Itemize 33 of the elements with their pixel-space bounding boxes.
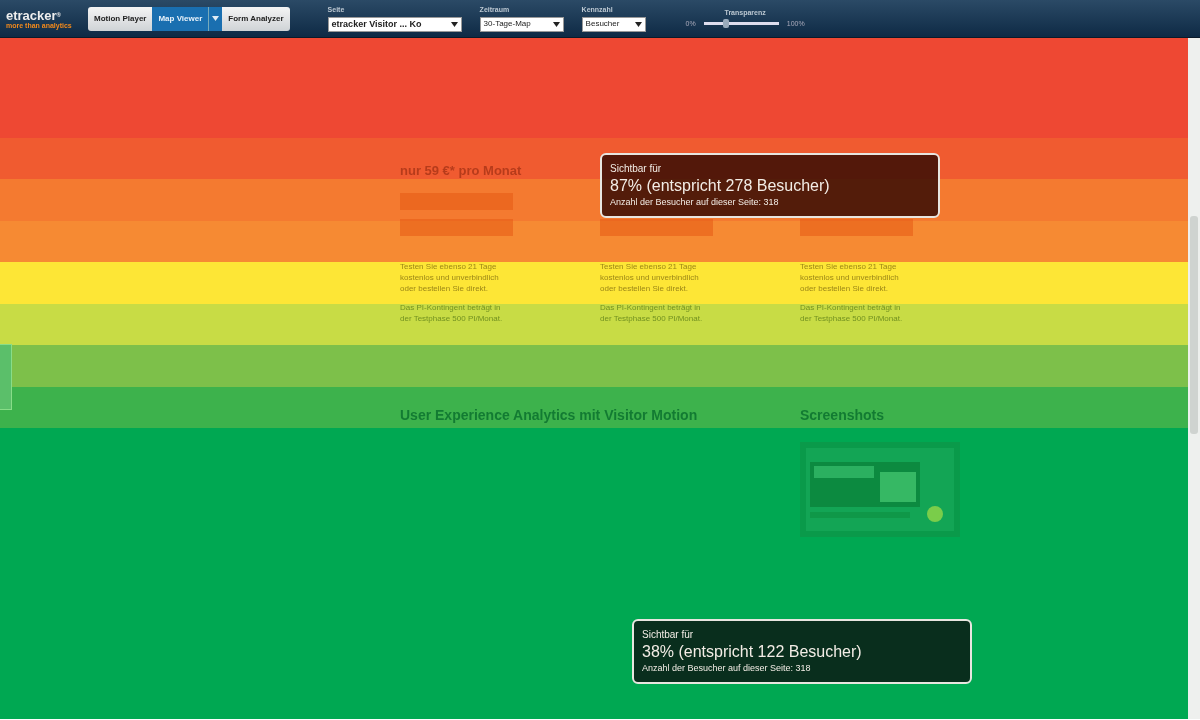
logo[interactable]: etracker$^{®}$ — [6, 8, 72, 22]
caret-icon — [450, 21, 458, 27]
order-button[interactable] — [600, 219, 713, 236]
trial-text: Testen Sie ebenso 21 Tage kostenlos und unverbindlich oder bestellen Sie direkt. — [600, 261, 700, 294]
select-field[interactable]: etracker Visitor ... Ko — [327, 16, 462, 32]
trial-text: Testen Sie ebenso 21 Tage kostenlos und unverbindlich oder bestellen Sie direkt. — [800, 261, 900, 294]
quota-text: Das PI-Kontingent beträgt in der Testphase 500 PI/Monat. — [800, 302, 904, 324]
tooltip-value: 87% (entspricht 278 Besucher) — [610, 176, 831, 196]
select-field[interactable]: 30-Tage-Map — [479, 16, 564, 32]
tooltip-note: Anzahl der Besucher auf dieser Seite: 318 — [642, 662, 812, 675]
order-button[interactable] — [800, 219, 913, 236]
tooltip-note: Anzahl der Besucher auf dieser Seite: 318 — [610, 196, 780, 209]
caret-icon — [634, 21, 642, 27]
side-tab[interactable] — [0, 344, 12, 410]
tooltip-value: 38% (entspricht 122 Besucher) — [642, 642, 863, 662]
mode-tab[interactable]: Form Analyzer — [222, 6, 290, 31]
select-field[interactable]: Besucher — [581, 16, 646, 32]
scrollbar[interactable] — [1188, 38, 1200, 719]
slider-track[interactable] — [703, 22, 779, 26]
trial-text: Testen Sie ebenso 21 Tage kostenlos und unverbindlich oder bestellen Sie direkt. — [400, 261, 500, 294]
dropdown-button[interactable] — [208, 6, 223, 31]
price-text: nur 59 €* pro Monat — [400, 162, 523, 179]
scrollbar-thumb[interactable] — [1190, 216, 1198, 434]
slider-thumb[interactable] — [723, 19, 730, 29]
tooltip-title: Sichtbar für — [610, 162, 663, 176]
caret-icon — [212, 16, 220, 21]
tooltip-title: Sichtbar für — [642, 628, 695, 642]
caret-icon — [552, 21, 560, 27]
order-button[interactable] — [400, 219, 513, 236]
quota-text: Das PI-Kontingent beträgt in der Testphase 500 PI/Monat. — [600, 302, 704, 324]
mode-tab[interactable]: Map Viewer — [152, 6, 209, 31]
quota-text: Das PI-Kontingent beträgt in der Testphase 500 PI/Monat. — [400, 302, 504, 324]
mode-tab[interactable]: Motion Player — [88, 6, 153, 31]
